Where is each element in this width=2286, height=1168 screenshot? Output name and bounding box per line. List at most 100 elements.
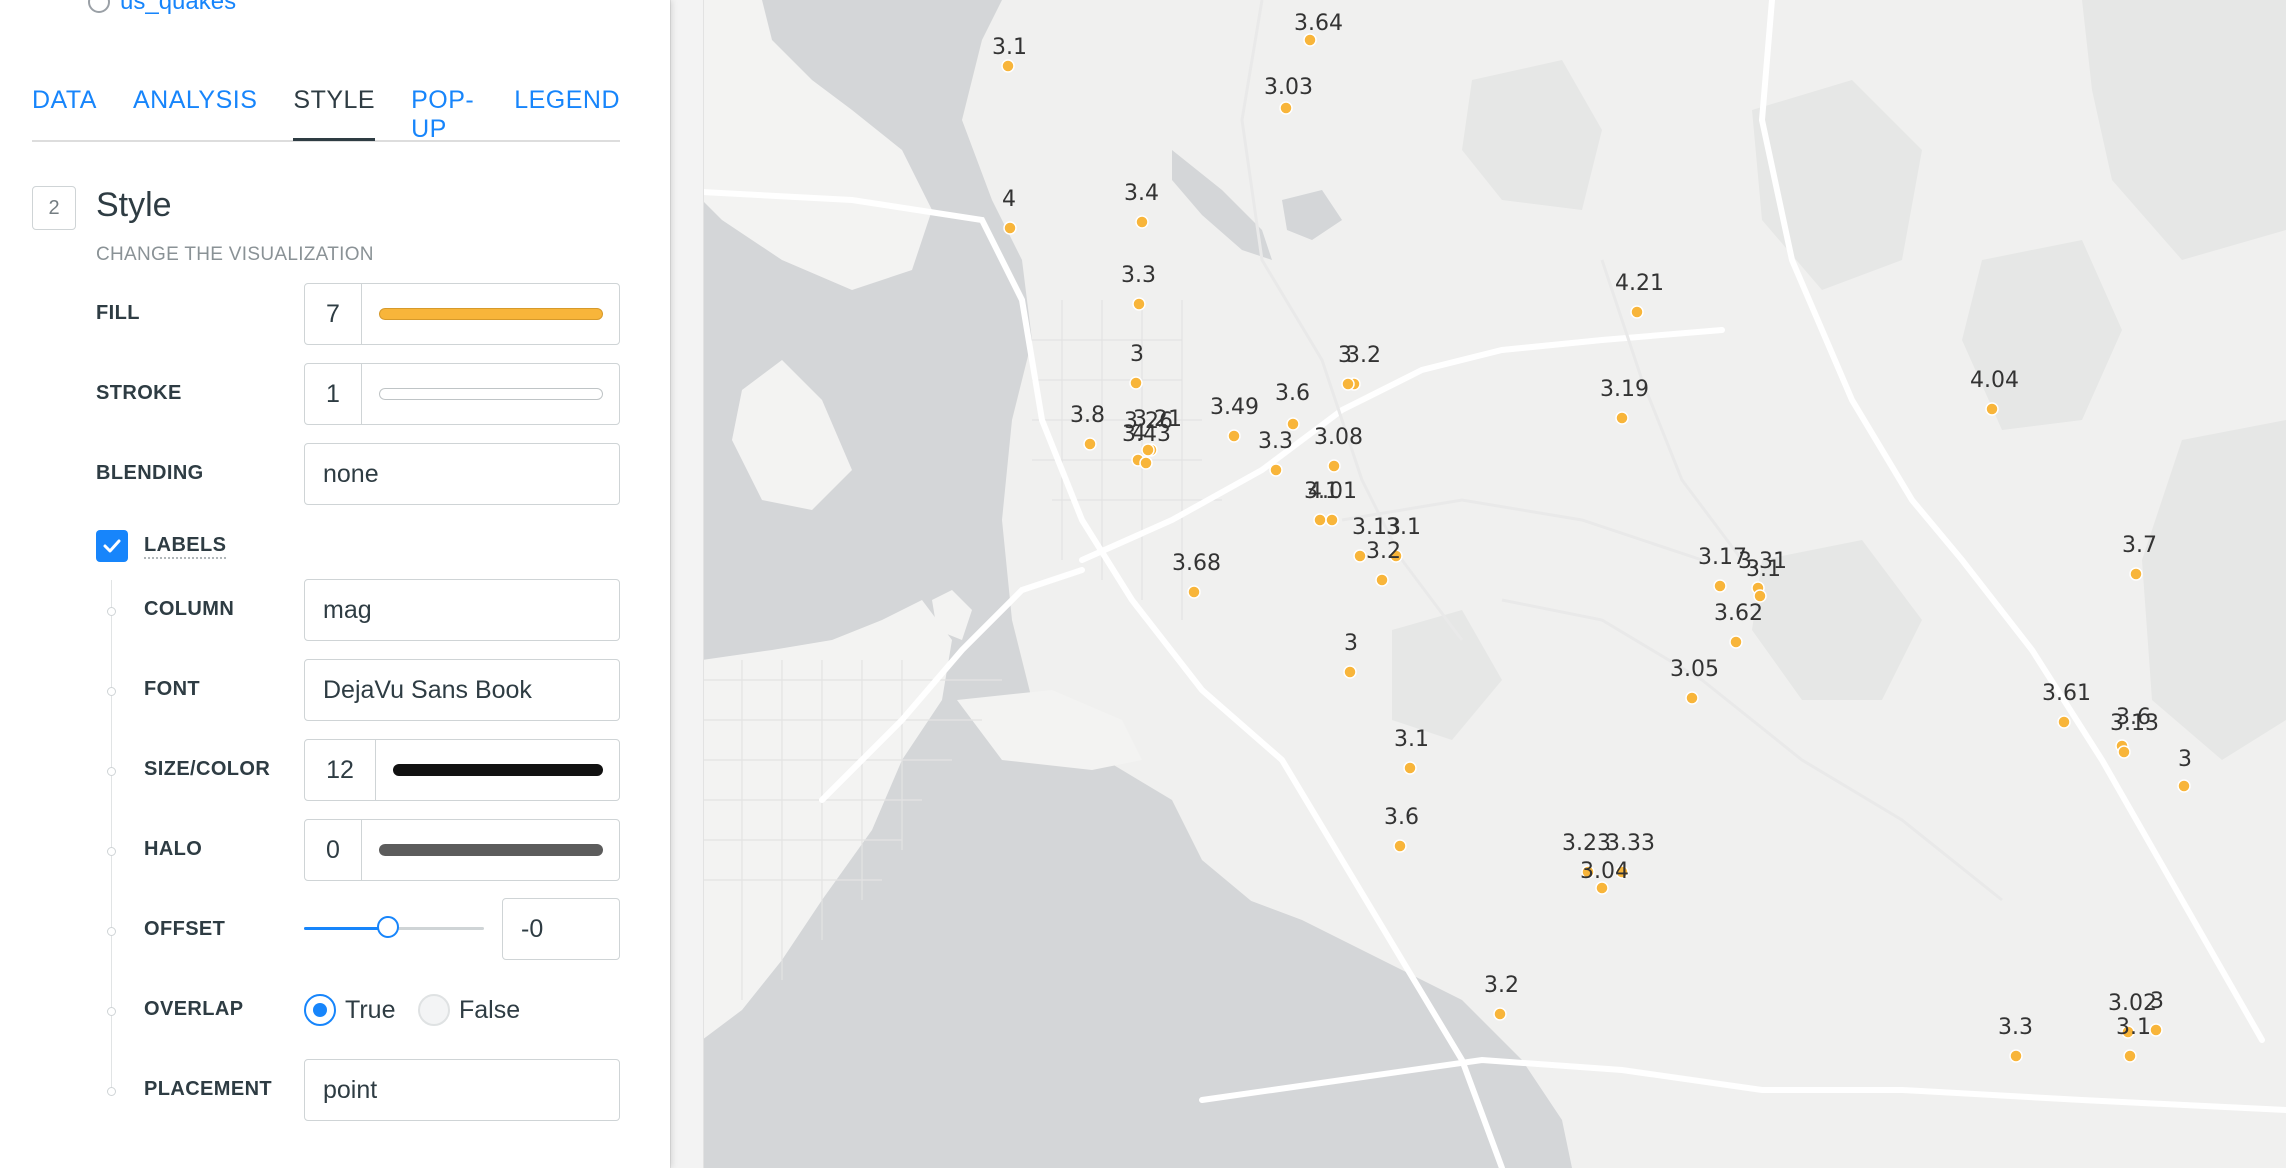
quake-point[interactable] (1343, 665, 1357, 679)
quake-magnitude-label: 3.04 (1580, 859, 1629, 884)
label-size-input[interactable]: 12 (305, 740, 376, 800)
checkmark-icon (103, 539, 121, 553)
quake-magnitude-label: 4 (1002, 187, 1016, 212)
quake-point[interactable] (1403, 761, 1417, 775)
quake-point[interactable] (1313, 513, 1327, 527)
tab-style[interactable]: STYLE (293, 82, 376, 141)
quake-point[interactable] (1269, 463, 1283, 477)
tab-pop-up[interactable]: POP-UP (411, 82, 478, 143)
placement-value: point (323, 1076, 378, 1104)
halo-size-input[interactable]: 0 (305, 820, 362, 880)
quake-magnitude-label: 3.33 (1606, 831, 1655, 856)
offset-slider[interactable] (304, 916, 484, 938)
quake-point[interactable] (1713, 579, 1727, 593)
halo-label: HALO (144, 838, 203, 860)
quake-point[interactable] (1393, 839, 1407, 853)
tab-analysis[interactable]: ANALYSIS (133, 82, 257, 134)
quake-point[interactable] (1341, 377, 1355, 391)
quake-point[interactable] (1327, 459, 1341, 473)
size-color-control: 12 (304, 739, 620, 801)
quake-magnitude-label: 3 (2150, 989, 2164, 1014)
quake-point[interactable] (1630, 305, 1644, 319)
tree-node-dot (107, 767, 116, 776)
quake-point[interactable] (2177, 779, 2191, 793)
quake-magnitude-label: 3.05 (1670, 657, 1719, 682)
blending-select[interactable]: none (304, 443, 620, 505)
fill-color-swatch[interactable] (379, 308, 603, 320)
overlap-true-radio[interactable] (304, 994, 336, 1026)
tab-data[interactable]: DATA (32, 82, 97, 134)
quake-magnitude-label: 3.19 (1600, 377, 1649, 402)
tab-legend[interactable]: LEGEND (514, 82, 620, 134)
quake-magnitude-label: 3.23 (1562, 831, 1611, 856)
labels-toggle-label[interactable]: LABELS (144, 534, 227, 559)
halo-color-swatch[interactable] (379, 844, 603, 856)
quake-magnitude-label: 3.1 (1746, 557, 1781, 582)
quake-point[interactable] (2129, 567, 2143, 581)
quake-point[interactable] (1325, 513, 1339, 527)
overlap-true-label[interactable]: True (345, 996, 395, 1025)
quake-point[interactable] (2057, 715, 2071, 729)
quake-layer: 3.13.643.034 3.43.3 4.213 3.23.19 4.043.843.… (992, 11, 2192, 1063)
quake-point[interactable] (1083, 437, 1097, 451)
quake-point[interactable] (1729, 635, 1743, 649)
panel-tabs: DATA ANALYSIS STYLE POP-UP LEGEND (32, 82, 620, 143)
quake-point[interactable] (2117, 745, 2131, 759)
offset-label: OFFSET (144, 918, 226, 940)
tree-node-dot (107, 1087, 116, 1096)
offset-input[interactable]: -0 (502, 898, 620, 960)
quake-magnitude-label: 3.6 (1275, 381, 1310, 406)
dataset-name[interactable]: us_quakes (120, 0, 236, 16)
quake-point[interactable] (1227, 429, 1241, 443)
quake-magnitude-label: 3.49 (1210, 395, 1259, 420)
blending-label: BLENDING (96, 462, 204, 484)
quake-point[interactable] (1375, 573, 1389, 587)
quake-point[interactable] (1279, 101, 1293, 115)
dataset-header[interactable]: us_quakes (88, 0, 236, 16)
stroke-color-swatch[interactable] (379, 388, 603, 400)
label-color-swatch[interactable] (393, 764, 603, 776)
quake-point[interactable] (1132, 297, 1146, 311)
fill-label: FILL (96, 302, 140, 324)
quake-magnitude-label: 3.43 (1122, 422, 1171, 447)
quake-point[interactable] (1187, 585, 1201, 599)
quake-point[interactable] (2009, 1049, 2023, 1063)
overlap-false-label[interactable]: False (459, 996, 520, 1025)
quake-magnitude-label: 3.1 (2116, 1015, 2151, 1040)
offset-slider-handle[interactable] (376, 916, 399, 938)
quake-magnitude-label: 3.3 (1998, 1015, 2033, 1040)
quake-point[interactable] (1135, 215, 1149, 229)
quake-magnitude-label: 3.8 (1070, 403, 1105, 428)
stroke-size-input[interactable]: 1 (305, 364, 362, 424)
placement-select[interactable]: point (304, 1059, 620, 1121)
labels-checkbox[interactable] (96, 530, 128, 562)
quake-point[interactable] (1139, 456, 1153, 470)
quake-point[interactable] (1615, 411, 1629, 425)
offset-value: -0 (521, 915, 544, 943)
quake-point[interactable] (1001, 59, 1015, 73)
quake-magnitude-label: 3.3 (1258, 429, 1293, 454)
quake-point[interactable] (1129, 376, 1143, 390)
quake-magnitude-label: 3.64 (1294, 11, 1343, 36)
map-canvas[interactable]: 3.1 3.64 3.03 4 3.4 3.3 4.21 3 3.2 3.19 4.04 3.8 4 3.… (702, 0, 2286, 1168)
quake-magnitude-label: 3.62 (1714, 601, 1763, 626)
quake-point[interactable] (1493, 1007, 1507, 1021)
quake-point[interactable] (2149, 1023, 2163, 1037)
halo-control: 0 (304, 819, 620, 881)
quake-magnitude-label: 3.61 (2042, 681, 2091, 706)
fill-size-input[interactable]: 7 (305, 284, 362, 344)
quake-point[interactable] (2123, 1049, 2137, 1063)
quake-magnitude-label: 3.1 (1394, 727, 1429, 752)
quake-point[interactable] (1003, 221, 1017, 235)
overlap-false-radio[interactable] (418, 994, 450, 1026)
quake-magnitude-label: 3.2 (1484, 973, 1519, 998)
quake-magnitude-label: 3.1 (1386, 515, 1421, 540)
font-value: DejaVu Sans Book (323, 676, 532, 704)
quake-point[interactable] (1353, 549, 1367, 563)
quake-point[interactable] (1985, 402, 1999, 416)
quake-magnitude-label: 3.68 (1172, 551, 1221, 576)
section-title: Style (96, 186, 172, 224)
column-select[interactable]: mag (304, 579, 620, 641)
font-select[interactable]: DejaVu Sans Book (304, 659, 620, 721)
quake-point[interactable] (1685, 691, 1699, 705)
